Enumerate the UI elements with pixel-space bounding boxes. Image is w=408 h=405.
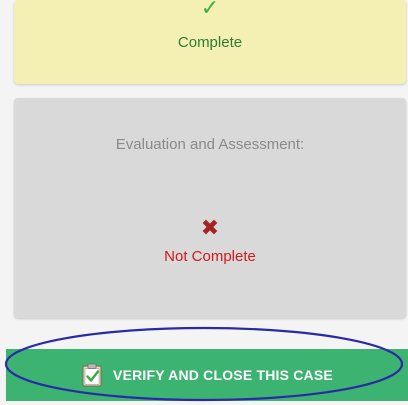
- clipboard-check-icon: [81, 363, 103, 387]
- complete-section-card: ✓ Complete: [14, 0, 406, 84]
- complete-status-text: Complete: [177, 34, 243, 51]
- evaluation-title: Evaluation and Assessment:: [115, 136, 305, 153]
- evaluation-section-card: Evaluation and Assessment: ✖ Not Complet…: [14, 98, 406, 318]
- verify-button-label: VERIFY AND CLOSE THIS CASE: [113, 367, 333, 383]
- verify-and-close-button[interactable]: VERIFY AND CLOSE THIS CASE: [6, 349, 408, 401]
- x-icon: ✖: [200, 216, 220, 241]
- page: ✓ Complete Evaluation and Assessment: ✖ …: [0, 0, 408, 405]
- checkmark-icon: ✓: [200, 0, 220, 21]
- not-complete-status-text: Not Complete: [164, 248, 256, 265]
